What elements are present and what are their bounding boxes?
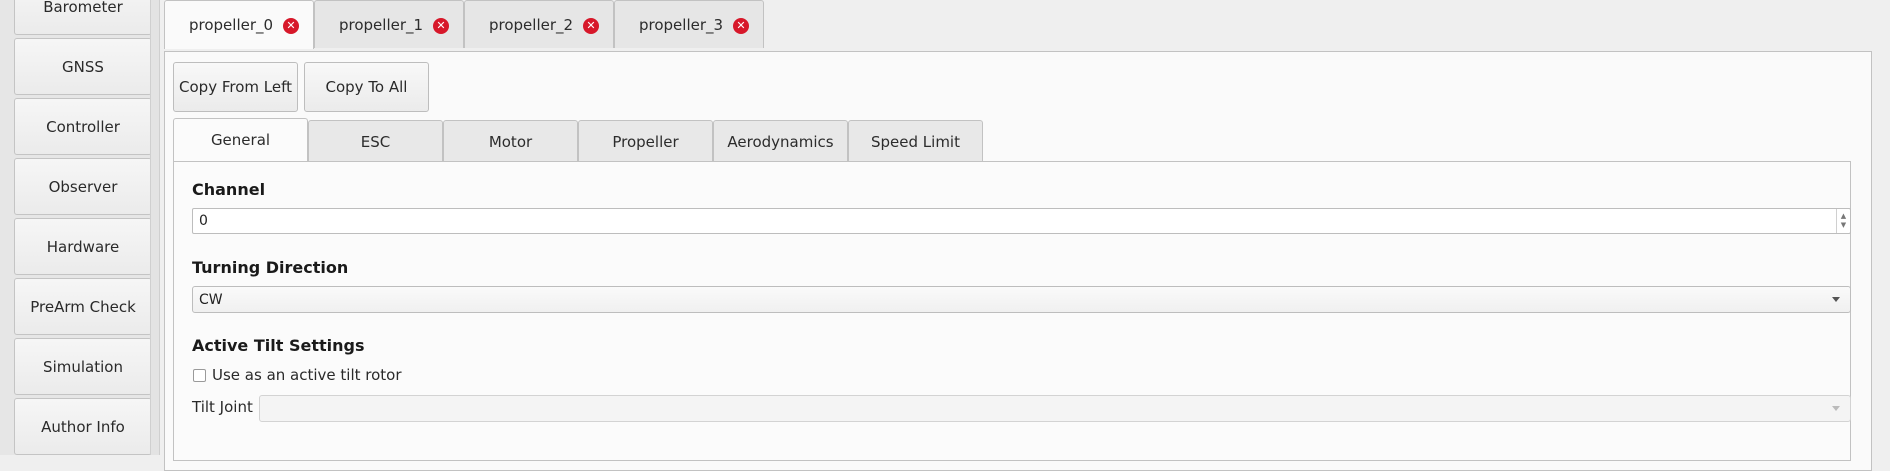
sidebar-item-simulation[interactable]: Simulation [14,338,152,395]
chevron-down-icon [1832,406,1840,411]
tilt-joint-label: Tilt Joint [192,398,253,416]
sidebar-item-observer[interactable]: Observer [14,158,152,215]
sidebar-item-hardware[interactable]: Hardware [14,218,152,275]
sidebar-item-controller[interactable]: Controller [14,98,152,155]
tab-aerodynamics[interactable]: Aerodynamics [713,120,848,162]
spin-down-icon[interactable]: ▼ [1841,221,1846,230]
close-icon[interactable]: ✕ [583,18,599,34]
tab-esc[interactable]: ESC [308,120,443,162]
tab-motor[interactable]: Motor [443,120,578,162]
channel-spinbox[interactable]: 0 ▲ ▼ [192,208,1851,234]
copy-to-all-button[interactable]: Copy To All [304,62,429,112]
sidebar-item-author-info[interactable]: Author Info [14,398,152,455]
chevron-down-icon [1832,297,1840,302]
channel-value: 0 [199,213,208,229]
channel-heading: Channel [192,180,266,199]
active-tilt-heading: Active Tilt Settings [192,336,365,355]
tab-propeller-2[interactable]: propeller_2 ✕ [464,0,614,48]
turning-direction-value: CW [199,291,223,308]
tab-propeller-0[interactable]: propeller_0 ✕ [164,0,314,49]
tab-propeller-1[interactable]: propeller_1 ✕ [314,0,464,48]
spin-up-icon[interactable]: ▲ [1841,212,1846,221]
main-panel: propeller_0 ✕ propeller_1 ✕ propeller_2 … [160,0,1890,471]
sidebar-item-gnss[interactable]: GNSS [14,38,152,95]
tilt-joint-select[interactable] [259,395,1851,422]
close-icon[interactable]: ✕ [433,18,449,34]
spinbox-arrows[interactable]: ▲ ▼ [1836,209,1850,233]
sidebar-item-prearm-check[interactable]: PreArm Check [14,278,152,335]
tab-general[interactable]: General [173,118,308,161]
sidebar-scroll-divider [150,0,160,455]
sidebar-item-barometer[interactable]: Barometer [14,0,152,35]
active-tilt-checkbox-label[interactable]: Use as an active tilt rotor [212,366,402,384]
turning-direction-heading: Turning Direction [192,258,349,277]
turning-direction-select[interactable]: CW [192,286,1851,313]
active-tilt-checkbox[interactable] [193,369,206,382]
sidebar: Barometer GNSS Controller Observer Hardw… [0,0,160,455]
close-icon[interactable]: ✕ [283,18,299,34]
tab-propeller-3[interactable]: propeller_3 ✕ [614,0,764,48]
copy-from-left-button[interactable]: Copy From Left [173,62,298,112]
tab-speed-limit[interactable]: Speed Limit [848,120,983,162]
close-icon[interactable]: ✕ [733,18,749,34]
tab-propeller[interactable]: Propeller [578,120,713,162]
